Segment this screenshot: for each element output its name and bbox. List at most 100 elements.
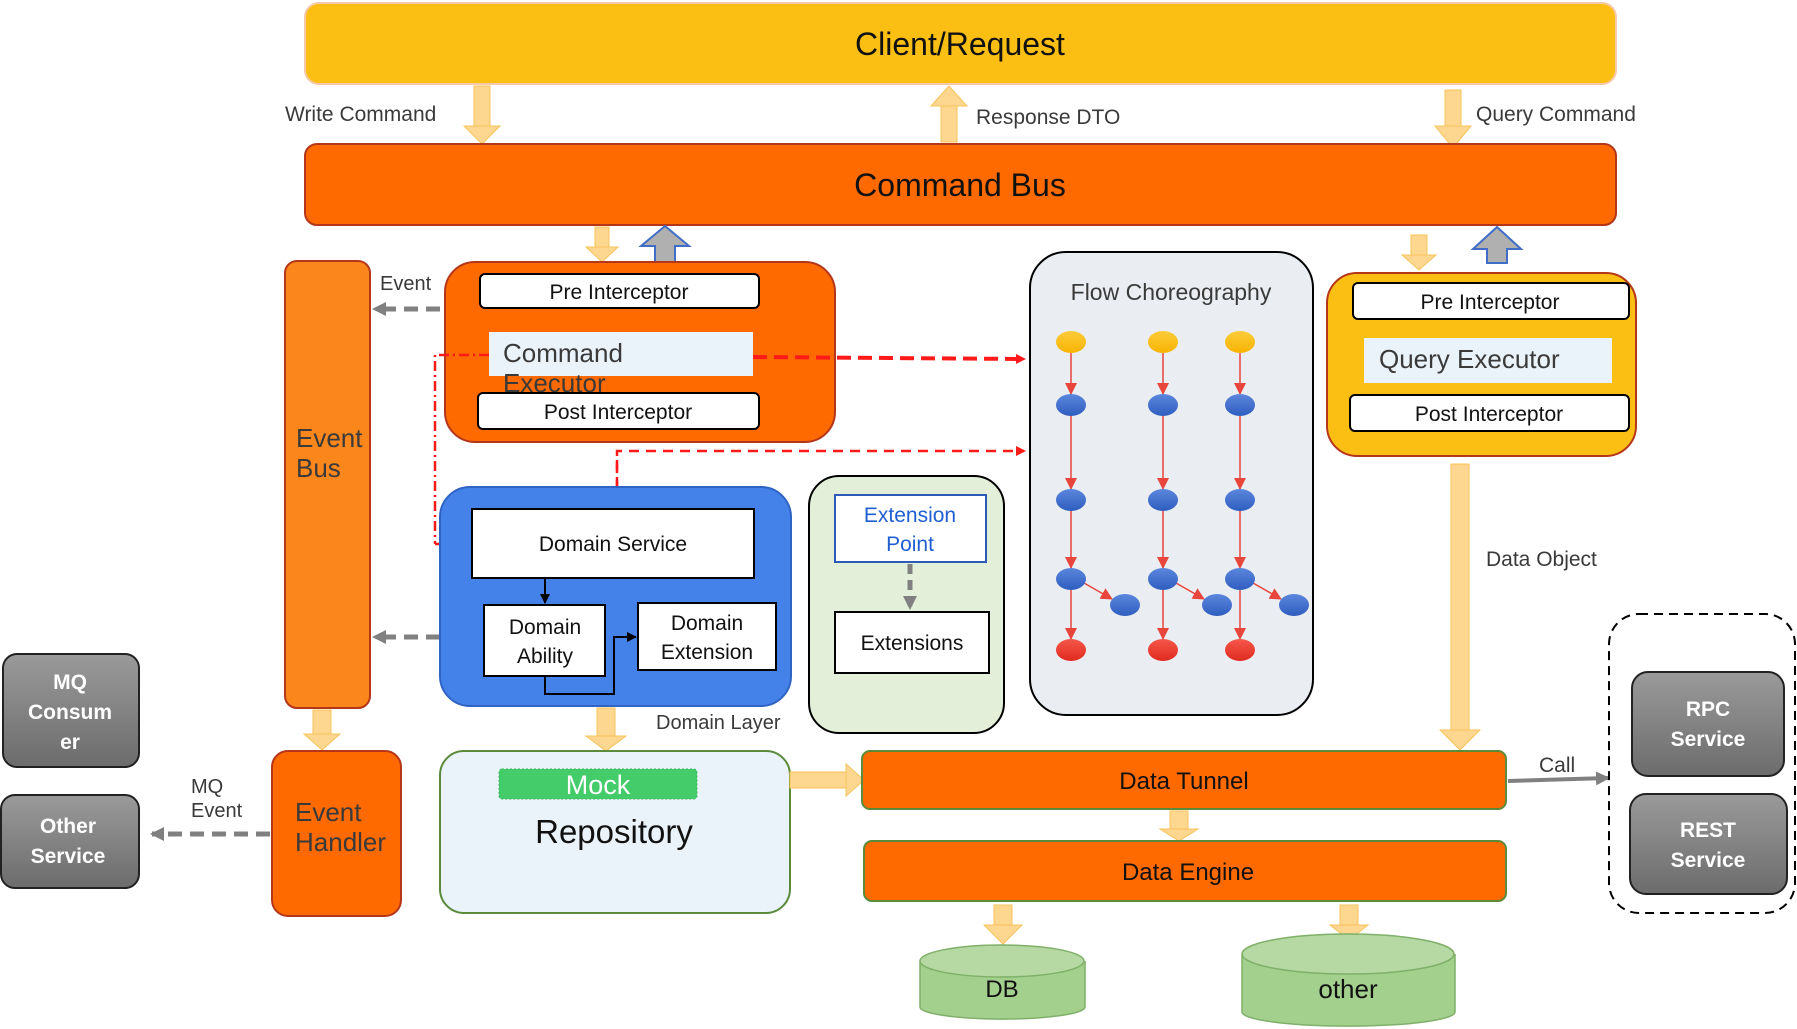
svg-text:Data Tunnel: Data Tunnel: [1119, 768, 1248, 795]
svg-text:Other: Other: [40, 815, 96, 838]
svg-text:Domain: Domain: [509, 616, 581, 639]
flow-node-end[interactable]: [1225, 639, 1255, 661]
repository-box[interactable]: Mock Repository: [439, 750, 791, 914]
external-services-group: RPC Service REST Service: [1608, 613, 1796, 914]
data-object-arrow: [1438, 463, 1482, 751]
rpc-service-box[interactable]: RPC Service: [1631, 671, 1785, 777]
svg-text:Domain: Domain: [671, 612, 743, 635]
extension-group: Extension Point Extensions: [808, 475, 1005, 734]
query-command-arrow: [1433, 89, 1473, 149]
command-executor-line1: Command: [503, 338, 623, 368]
flow-node-end[interactable]: [1056, 639, 1086, 661]
flow-node-end[interactable]: [1148, 639, 1178, 661]
flow-node-step[interactable]: [1225, 394, 1255, 416]
svg-text:DB: DB: [985, 976, 1018, 1003]
extensions-box[interactable]: Extensions: [834, 611, 990, 674]
extension-point-box[interactable]: Extension Point: [834, 494, 987, 563]
query-to-bus-arrow: [1470, 225, 1524, 264]
flow-node-branch[interactable]: [1279, 594, 1309, 616]
domain-ability-box[interactable]: Domain Ability: [483, 604, 606, 677]
command-executor-group: Pre Interceptor Command Executor Command…: [444, 261, 836, 443]
rest-service-box[interactable]: REST Service: [1629, 793, 1788, 895]
flow-node-branch[interactable]: [1110, 594, 1140, 616]
event-bus-to-handler-arrow: [302, 709, 342, 751]
query-post-interceptor[interactable]: Post Interceptor: [1349, 394, 1630, 432]
command-to-bus-arrow: [638, 224, 692, 263]
query-executor[interactable]: Query Executor: [1364, 338, 1612, 383]
response-dto-arrow: [929, 85, 969, 143]
svg-text:Post Interceptor: Post Interceptor: [1415, 403, 1563, 426]
repository-label: Repository: [535, 813, 693, 850]
event-handler-label-line2: Handler: [295, 827, 386, 857]
query-executor-group: Pre Interceptor Query Executor Post Inte…: [1326, 272, 1637, 457]
flow-choreography-group: Flow Choreography: [1029, 251, 1314, 716]
repository-to-tunnel-arrow: [789, 762, 865, 798]
mq-consumer-box[interactable]: MQ Consum er: [2, 653, 140, 768]
flow-node-step[interactable]: [1148, 489, 1178, 511]
event-bus-label-line1: Event: [296, 423, 363, 453]
flow-node-step[interactable]: [1225, 489, 1255, 511]
data-tunnel-box[interactable]: Data Tunnel: [861, 750, 1507, 810]
architecture-diagram: Client/Request Write Command Response DT…: [0, 2, 1796, 1027]
flow-node-start[interactable]: [1056, 331, 1086, 353]
domain-service-box[interactable]: Domain Service: [471, 508, 755, 579]
data-engine-box[interactable]: Data Engine: [863, 840, 1507, 902]
other-service-box[interactable]: Other Service: [0, 794, 140, 889]
response-dto-label: Response DTO: [976, 106, 1120, 129]
svg-text:Pre Interceptor: Pre Interceptor: [550, 281, 689, 304]
flow-node-start[interactable]: [1148, 331, 1178, 353]
svg-text:Domain Service: Domain Service: [539, 533, 687, 556]
domain-layer-label: Domain Layer: [656, 712, 781, 734]
command-bus-label: Command Bus: [854, 167, 1066, 203]
flow-node-step[interactable]: [1056, 394, 1086, 416]
flow-node-step[interactable]: [1056, 568, 1086, 590]
flow-node-step[interactable]: [1148, 394, 1178, 416]
domain-layer-group: Domain Service Domain Ability Domain Ext…: [439, 486, 792, 707]
svg-text:MQ: MQ: [53, 671, 87, 694]
db-cylinder[interactable]: DB: [919, 944, 1086, 1020]
svg-text:Consum: Consum: [28, 701, 112, 724]
domain-to-repository-arrow: [584, 707, 628, 752]
event-bus-label-line2: Bus: [296, 453, 341, 483]
client-request-box[interactable]: Client/Request: [304, 2, 1617, 85]
svg-text:REST: REST: [1680, 819, 1736, 842]
command-bus-box[interactable]: Command Bus: [304, 143, 1617, 226]
flow-title: Flow Choreography: [1071, 279, 1272, 305]
svg-text:Service: Service: [1671, 849, 1746, 872]
mq-event-label-line1: MQ: [191, 776, 223, 798]
svg-text:Query Executor: Query Executor: [1379, 344, 1560, 374]
svg-text:Point: Point: [886, 533, 934, 556]
svg-text:Pre Interceptor: Pre Interceptor: [1421, 291, 1560, 314]
event-handler-label-line1: Event: [295, 797, 362, 827]
call-label: Call: [1539, 754, 1575, 777]
data-object-label: Data Object: [1486, 548, 1597, 571]
svg-text:Post Interceptor: Post Interceptor: [544, 401, 692, 424]
svg-text:er: er: [60, 731, 80, 754]
mq-event-label-line2: Event: [191, 800, 243, 822]
command-pre-interceptor[interactable]: Pre Interceptor: [479, 273, 760, 309]
svg-text:Extension: Extension: [661, 641, 753, 664]
other-storage-cylinder[interactable]: other: [1241, 933, 1456, 1027]
event-label: Event: [380, 273, 432, 295]
query-pre-interceptor[interactable]: Pre Interceptor: [1352, 282, 1630, 320]
svg-text:Ability: Ability: [517, 645, 574, 668]
event-handler-box[interactable]: Event Handler: [271, 750, 402, 917]
write-command-label: Write Command: [285, 103, 436, 126]
event-bus-box[interactable]: Event Bus: [284, 260, 371, 709]
svg-text:other: other: [1318, 974, 1378, 1004]
command-post-interceptor[interactable]: Post Interceptor: [477, 392, 760, 430]
flow-node-step[interactable]: [1225, 568, 1255, 590]
domain-extension-box[interactable]: Domain Extension: [637, 602, 777, 671]
write-command-arrow: [462, 85, 502, 145]
svg-text:Extension: Extension: [864, 504, 956, 527]
flow-node-step[interactable]: [1056, 489, 1086, 511]
bus-to-command-arrow: [584, 226, 620, 263]
svg-text:RPC: RPC: [1686, 698, 1730, 721]
flow-node-step[interactable]: [1148, 568, 1178, 590]
bus-to-query-arrow: [1400, 234, 1438, 271]
mock-badge[interactable]: Mock: [498, 768, 698, 800]
tunnel-to-engine-arrow: [1158, 810, 1200, 842]
flow-node-start[interactable]: [1225, 331, 1255, 353]
flow-node-branch[interactable]: [1202, 594, 1232, 616]
svg-text:Service: Service: [1671, 728, 1746, 751]
